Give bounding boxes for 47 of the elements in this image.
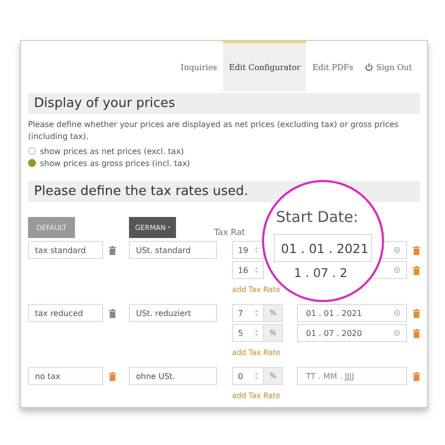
- trash-icon[interactable]: [413, 266, 420, 274]
- rate-field[interactable]: 7: [232, 304, 264, 322]
- rate-field[interactable]: 5: [232, 324, 264, 342]
- name-field[interactable]: no tax: [28, 367, 103, 385]
- translation-field[interactable]: USt. reduziert: [129, 304, 217, 322]
- spinner-icon[interactable]: [255, 310, 258, 316]
- radio-button[interactable]: [28, 147, 36, 155]
- translation-field[interactable]: USt. standard: [129, 241, 217, 259]
- radio-label: show prices as gross prices (incl. tax): [40, 158, 190, 168]
- clear-icon[interactable]: [394, 247, 400, 253]
- clear-icon[interactable]: [394, 267, 400, 273]
- nav-tab[interactable]: Edit PDFs: [306, 41, 360, 91]
- caret-icon: [168, 226, 170, 229]
- column-header: Tax Rat: [214, 228, 245, 238]
- rate-field[interactable]: 16: [232, 261, 264, 279]
- spinner-icon[interactable]: [255, 267, 258, 273]
- radio-label: show prices as net prices (excl. tax): [40, 146, 184, 156]
- spinner-icon[interactable]: [255, 330, 258, 336]
- magnified-date-field: 01 . 01 . 2021: [274, 234, 372, 262]
- clear-icon[interactable]: [394, 330, 400, 336]
- nav-tab[interactable]: Inquiries: [174, 41, 224, 91]
- trash-icon[interactable]: [413, 246, 420, 254]
- trash-icon[interactable]: [413, 328, 420, 338]
- date-field[interactable]: TT . MM . JJJJ: [297, 367, 407, 385]
- spinner-icon[interactable]: [255, 373, 258, 379]
- power-icon: [365, 63, 374, 71]
- section-title: Display of your prices: [34, 96, 176, 111]
- magnified-date-text: 1 . 07 . 2: [294, 266, 348, 280]
- section-title: Please define the tax rates used.: [34, 184, 248, 199]
- rate-field[interactable]: 0: [232, 367, 264, 385]
- translation-field[interactable]: ohne USt.: [129, 367, 217, 385]
- radio-button[interactable]: [28, 159, 36, 167]
- spinner-icon[interactable]: [255, 247, 258, 253]
- name-field[interactable]: tax standard: [28, 241, 103, 259]
- trash-icon[interactable]: [413, 308, 420, 318]
- clear-icon[interactable]: [394, 310, 400, 316]
- nav-tab[interactable]: Sign Out: [359, 41, 418, 91]
- name-field[interactable]: tax reduced: [28, 304, 103, 322]
- trash-icon[interactable]: [109, 372, 116, 380]
- date-field[interactable]: 01 . 07 . 2020: [297, 324, 407, 342]
- trash-icon[interactable]: [109, 308, 116, 318]
- nav-tab[interactable]: Edit Configurator: [223, 41, 306, 91]
- trash-icon[interactable]: [109, 246, 116, 254]
- date-field[interactable]: 01 . 01 . 2021: [297, 304, 407, 322]
- description-text: Please define whether your prices are displayed as net prices (excluding tax) or gross prices (including tax).: [28, 119, 400, 143]
- magnified-label: Start Date:: [276, 208, 358, 226]
- trash-icon[interactable]: [413, 372, 420, 380]
